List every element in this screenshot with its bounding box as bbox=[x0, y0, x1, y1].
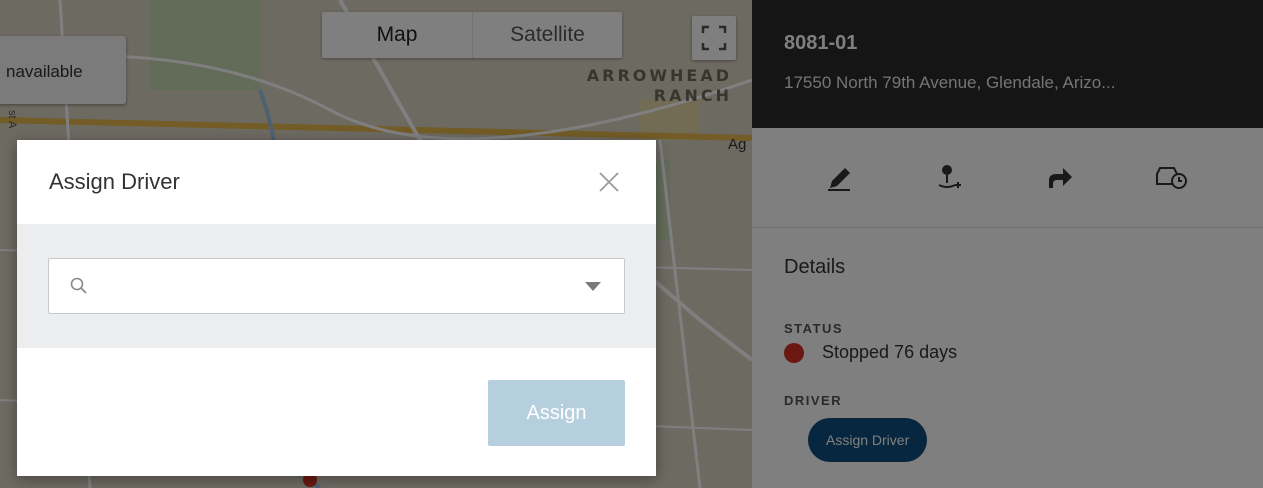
dialog-body bbox=[17, 224, 656, 348]
app-root: ARROWHEADRANCH Ag st A navailable Map Sa… bbox=[0, 0, 1263, 488]
driver-search-select[interactable] bbox=[48, 258, 625, 314]
search-icon bbox=[70, 277, 87, 294]
assign-button[interactable]: Assign bbox=[488, 380, 625, 446]
close-button[interactable] bbox=[594, 167, 624, 197]
dialog-header: Assign Driver bbox=[17, 140, 656, 224]
dropdown-arrow-icon[interactable] bbox=[584, 280, 602, 292]
close-icon bbox=[599, 172, 619, 192]
dialog-title: Assign Driver bbox=[49, 169, 180, 194]
assign-driver-dialog: Assign Driver Assign bbox=[17, 140, 656, 476]
dialog-footer: Assign bbox=[17, 348, 656, 476]
